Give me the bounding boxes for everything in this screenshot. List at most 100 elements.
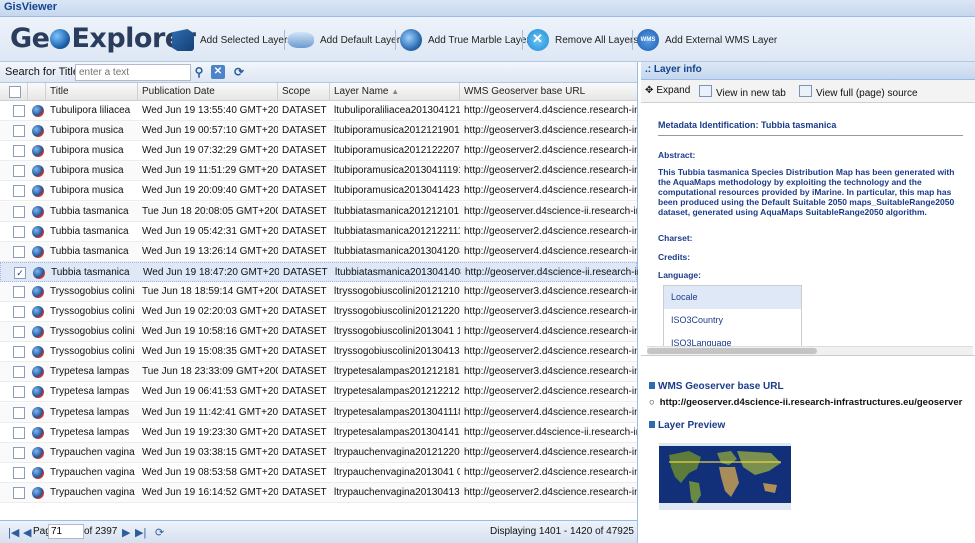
cell-publication-date: Wed Jun 19 11:51:29 GMT+200... — [142, 165, 278, 177]
table-row[interactable]: Tubipora musica Wed Jun 19 07:32:29 GMT+2… — [0, 141, 637, 162]
row-checkbox[interactable] — [13, 306, 25, 318]
expand-button[interactable]: ✥ Expand — [645, 85, 690, 96]
scrollbar-thumb[interactable] — [647, 348, 817, 354]
table-row[interactable]: Trypetesa lampas Tue Jun 18 23:33:09 GMT+… — [0, 362, 637, 383]
view-full-source-button[interactable]: View full (page) source — [799, 85, 918, 99]
locale-row: ISO3Country — [671, 315, 724, 325]
row-checkbox[interactable] — [13, 185, 25, 198]
cell-scope-code: DATASET — [282, 205, 327, 217]
row-checkbox[interactable] — [13, 386, 25, 399]
table-row[interactable]: Trypetesa lampas Wed Jun 19 06:41:53 GMT+… — [0, 382, 637, 403]
refresh-icon[interactable]: ⟳ — [155, 526, 164, 539]
row-checkbox[interactable] — [13, 145, 25, 158]
remove-all-layers-button[interactable]: Remove All Layers — [527, 28, 638, 52]
row-checkbox[interactable] — [13, 205, 25, 218]
cell-scope-code: DATASET — [282, 105, 327, 116]
page-input[interactable] — [48, 524, 84, 539]
grid-pager: |◀ ◀ Page of 2397 ▶ ▶| ⟳ Displaying 1401… — [0, 520, 637, 543]
first-page-icon[interactable]: |◀ — [8, 526, 19, 539]
row-checkbox[interactable] — [13, 125, 25, 138]
locale-table: Locale ISO3Country ISO3Language — [663, 285, 802, 355]
table-row[interactable]: Trypetesa lampas Wed Jun 19 11:42:41 GMT+… — [0, 402, 637, 423]
table-row[interactable]: Tubbia tasmanica Tue Jun 18 20:08:05 GMT+… — [0, 201, 637, 222]
table-row[interactable]: Trypetesa lampas Wed Jun 19 19:23:30 GMT+… — [0, 422, 637, 443]
layer-type-icon — [32, 165, 44, 178]
cell-wms-url: http://geoserver4.d4science.research-inf… — [464, 185, 637, 197]
select-all-checkbox[interactable] — [9, 86, 21, 98]
column-publication-date[interactable]: Publication Date — [138, 83, 278, 100]
table-row[interactable]: Tryssogobius colini Wed Jun 19 15:08:35 G… — [0, 342, 637, 363]
layer-type-icon — [32, 446, 44, 459]
table-row[interactable]: Trypauchen vagina Wed Jun 19 08:53:58 GMT… — [0, 462, 637, 483]
table-row[interactable]: ✓ Tubbia tasmanica Wed Jun 19 18:47:20 GMT… — [0, 261, 638, 282]
row-checkbox[interactable] — [13, 225, 25, 238]
table-row[interactable]: Tubulipora liliacea Wed Jun 19 13:55:40 G… — [0, 101, 637, 121]
search-input[interactable] — [75, 64, 191, 81]
last-page-icon[interactable]: ▶| — [135, 526, 146, 539]
row-checkbox[interactable] — [13, 165, 25, 178]
table-row[interactable]: Tubipora musica Wed Jun 19 20:09:40 GMT+2… — [0, 181, 637, 202]
layer-type-icon — [32, 306, 44, 318]
row-checkbox[interactable] — [13, 446, 25, 459]
table-row[interactable]: Tubipora musica Wed Jun 19 11:51:29 GMT+2… — [0, 161, 637, 182]
row-checkbox[interactable] — [13, 105, 25, 117]
column-title[interactable]: Title — [46, 83, 138, 100]
row-checkbox[interactable] — [13, 466, 25, 479]
view-in-new-tab-button[interactable]: View in new tab — [699, 85, 786, 99]
metadata-panel[interactable]: Metadata Identification: Tubbia tasmanic… — [641, 103, 975, 356]
horizontal-scrollbar[interactable] — [647, 346, 973, 355]
cell-wms-url: http://geoserver3.d4science.research-inf… — [464, 125, 637, 137]
layer-type-icon — [32, 326, 44, 339]
table-row[interactable]: Tubipora musica Wed Jun 19 00:57:10 GMT+2… — [0, 121, 637, 142]
row-checkbox[interactable] — [13, 366, 25, 379]
main-toolbar: Ge Explorer Add Selected Layers Add Defau… — [0, 17, 975, 62]
cell-title: Trypetesa lampas — [50, 406, 130, 418]
cell-wms-url: http://geoserver.d4science-ii.research-i… — [465, 266, 638, 278]
prev-page-icon[interactable]: ◀ — [23, 526, 31, 539]
table-row[interactable]: Trypauchen vagina Wed Jun 19 03:38:15 GMT… — [0, 442, 637, 463]
cell-publication-date: Wed Jun 19 15:08:35 GMT+200... — [142, 346, 278, 358]
cell-wms-url: http://geoserver4.d4science.research-inf… — [464, 245, 637, 257]
bullet-icon — [649, 382, 655, 389]
row-checkbox[interactable] — [13, 486, 25, 499]
layer-type-icon — [32, 245, 44, 258]
row-checkbox[interactable] — [13, 406, 25, 419]
cell-wms-url: http://geoserver4.d4science.research-inf… — [464, 446, 637, 458]
row-checkbox[interactable] — [13, 346, 25, 359]
table-row[interactable]: Tubbia tasmanica Wed Jun 19 05:42:31 GMT+… — [0, 221, 637, 242]
table-row[interactable]: Tubbia tasmanica Wed Jun 19 13:26:14 GMT+… — [0, 241, 637, 262]
stack-icon — [288, 32, 314, 48]
row-checkbox[interactable] — [13, 426, 25, 439]
column-scope-code[interactable]: Scope Code — [278, 83, 330, 114]
layer-type-icon — [32, 105, 44, 117]
table-row[interactable]: Tryssogobius colini Tue Jun 18 18:59:14 G… — [0, 281, 637, 302]
layer-type-icon — [32, 366, 44, 379]
cell-publication-date: Tue Jun 18 23:33:09 GMT+200 ... — [142, 366, 278, 378]
clear-icon[interactable]: ✕ — [211, 65, 225, 79]
cell-title: Trypetesa lampas — [50, 426, 130, 438]
cell-layer-name: ltrypetesalampas2013041118... — [334, 406, 460, 418]
layer-preview-image — [659, 443, 791, 510]
cell-scope-code: DATASET — [282, 165, 327, 177]
add-selected-layers-button[interactable]: Add Selected Layers — [172, 28, 292, 52]
row-checkbox[interactable] — [13, 326, 25, 339]
table-row[interactable]: Tryssogobius colini Wed Jun 19 02:20:03 G… — [0, 302, 637, 322]
add-external-wms-layer-button[interactable]: WMS Add External WMS Layer — [637, 28, 777, 52]
select-all-column[interactable] — [0, 83, 28, 100]
refresh-icon[interactable]: ⟳ — [232, 65, 246, 79]
earth-icon — [400, 29, 422, 51]
column-wms-url[interactable]: WMS Geoserver base URL — [460, 83, 637, 100]
add-default-layers-button[interactable]: Add Default Layers — [288, 28, 405, 52]
table-row[interactable]: Tryssogobius colini Wed Jun 19 10:58:16 G… — [0, 322, 637, 343]
cell-title: Tubulipora liliacea — [50, 105, 131, 116]
column-layer-name[interactable]: Layer Name ▲ — [330, 83, 460, 100]
add-true-marble-layer-button[interactable]: Add True Marble Layer — [400, 28, 530, 52]
row-checkbox[interactable] — [13, 285, 25, 298]
row-checkbox[interactable] — [13, 245, 25, 258]
metadata-title: Metadata Identification: Tubbia tasmanic… — [658, 120, 837, 130]
next-page-icon[interactable]: ▶ — [122, 526, 130, 539]
row-checkbox[interactable]: ✓ — [14, 266, 26, 279]
search-icon[interactable]: ⚲ — [192, 65, 206, 79]
layer-type-icon — [33, 266, 45, 279]
table-row[interactable]: Trypauchen vagina Wed Jun 19 16:14:52 GMT… — [0, 482, 637, 503]
